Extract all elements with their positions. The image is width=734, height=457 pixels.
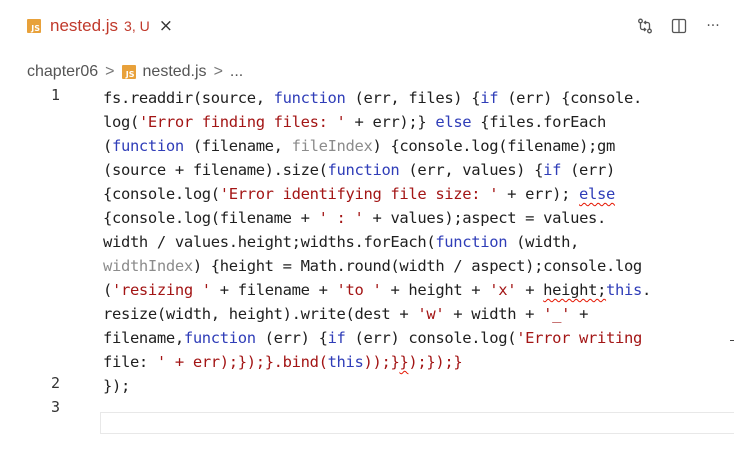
javascript-file-icon: JS: [121, 65, 136, 79]
code-line[interactable]: (source + filename).size(function (err, …: [103, 158, 615, 182]
compare-changes-icon[interactable]: [632, 13, 658, 39]
code-line[interactable]: });: [103, 374, 130, 398]
code-line[interactable]: {console.log(filename + ' : ' + values);…: [103, 206, 606, 230]
code-line[interactable]: widthIndex) {height = Math.round(width /…: [103, 254, 642, 278]
tab-nested-js[interactable]: JS nested.js 3, U ×: [0, 0, 222, 52]
editor-tab-bar: JS nested.js 3, U × ···: [0, 0, 734, 52]
code-line[interactable]: fs.readdir(source, function (err, files)…: [103, 86, 642, 110]
line-number: 2: [51, 374, 61, 392]
breadcrumb-folder[interactable]: chapter06: [27, 63, 98, 81]
close-icon[interactable]: ×: [159, 16, 173, 36]
code-line[interactable]: file: ' + err);});}.bind(this));}});});}: [103, 350, 463, 374]
chevron-right-icon: >: [213, 63, 223, 80]
code-line[interactable]: width / values.height;widths.forEach(fun…: [103, 230, 579, 254]
line-number: 1: [51, 86, 61, 104]
overview-ruler-marker: [730, 340, 734, 341]
code-line[interactable]: resize(width, height).write(dest + 'w' +…: [103, 302, 588, 326]
code-line[interactable]: filename,function (err) {if (err) consol…: [103, 326, 642, 350]
breadcrumb-file[interactable]: nested.js: [143, 63, 207, 81]
code-line[interactable]: log('Error finding files: ' + err);} els…: [103, 110, 606, 134]
more-actions-icon[interactable]: ···: [700, 13, 726, 39]
tab-problem-status: 3, U: [124, 18, 150, 34]
code-editor[interactable]: 1 2 3 fs.readdir(source, function (err, …: [0, 86, 734, 457]
code-line[interactable]: ('resizing ' + filename + 'to ' + height…: [103, 278, 651, 302]
split-editor-icon[interactable]: [666, 13, 692, 39]
current-line-highlight: [100, 412, 734, 434]
javascript-file-icon: JS: [27, 19, 41, 33]
tab-title[interactable]: nested.js: [50, 16, 118, 36]
line-number: 3: [51, 398, 61, 416]
code-line[interactable]: (function (filename, fileIndex) {console…: [103, 134, 615, 158]
chevron-right-icon: >: [105, 63, 115, 80]
code-line[interactable]: {console.log('Error identifying file siz…: [103, 182, 615, 206]
breadcrumb-symbols[interactable]: ...: [230, 63, 243, 81]
editor-actions: ···: [632, 0, 734, 52]
breadcrumb: chapter06 > JS nested.js > ...: [27, 60, 243, 84]
